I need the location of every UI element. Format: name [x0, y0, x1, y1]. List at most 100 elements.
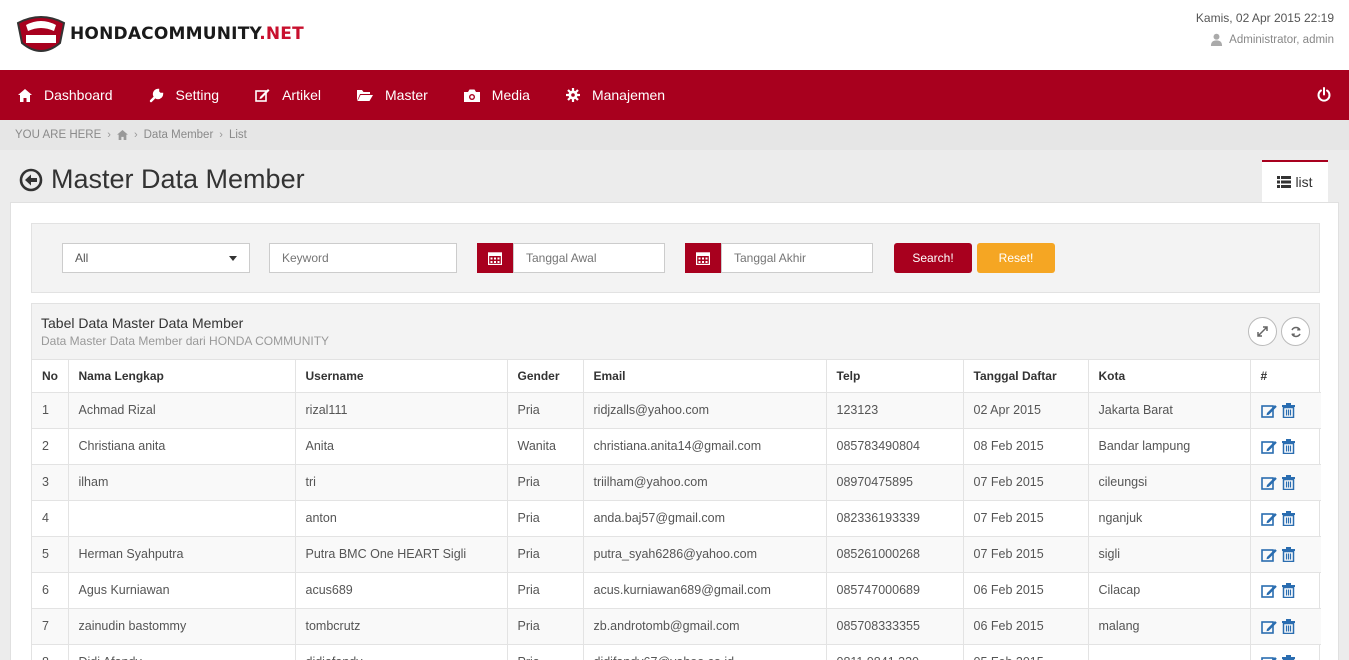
table-cell: ridjzalls@yahoo.com	[583, 392, 827, 429]
table-cell: Didi Afandy	[68, 644, 296, 660]
table-cell: Pria	[507, 500, 584, 537]
edit-icon[interactable]	[1260, 619, 1278, 634]
column-header[interactable]: Email	[583, 360, 827, 393]
trash-icon[interactable]	[1281, 510, 1295, 526]
table-cell: 085261000268	[826, 536, 964, 573]
nav-dashboard[interactable]: Dashboard	[0, 70, 131, 120]
table-cell: didiafandy	[295, 644, 508, 660]
table-cell: 085783490804	[826, 428, 964, 465]
page-title: Master Data Member	[51, 164, 305, 194]
table-cell: 5	[32, 536, 69, 573]
row-actions	[1250, 500, 1321, 537]
table-cell: 3	[32, 464, 69, 501]
table-cell: christiana.anita14@gmail.com	[583, 428, 827, 465]
table-cell: 05 Feb 2015	[963, 644, 1089, 660]
trash-icon[interactable]	[1281, 438, 1295, 454]
search-button[interactable]: Search!	[894, 243, 972, 273]
gear-icon	[565, 88, 580, 102]
table-cell: Pria	[507, 392, 584, 429]
table-cell: Herman Syahputra	[68, 536, 296, 573]
table-cell: ilham	[68, 464, 296, 501]
nav-artikel[interactable]: Artikel	[237, 70, 339, 120]
nav-master[interactable]: Master	[339, 70, 446, 120]
table-cell: Anita	[295, 428, 508, 465]
power-icon[interactable]	[1317, 87, 1331, 102]
trash-icon[interactable]	[1281, 582, 1295, 598]
current-datetime: Kamis, 02 Apr 2015 22:19	[1195, 11, 1334, 25]
user-menu[interactable]: Administrator, admin	[1196, 33, 1334, 46]
edit-icon[interactable]	[1260, 439, 1278, 454]
nav-setting[interactable]: Setting	[131, 70, 238, 120]
column-header[interactable]: Username	[295, 360, 508, 393]
table-cell: Pria	[507, 608, 584, 645]
table-cell: Wanita	[507, 428, 584, 465]
row-actions	[1250, 644, 1321, 660]
calendar-icon	[488, 252, 502, 265]
table-cell: 4	[32, 500, 69, 537]
table-cell: Pria	[507, 536, 584, 573]
content-area: All Search! Reset! Tabel Data Master Dat…	[10, 202, 1339, 660]
refresh-button[interactable]	[1281, 317, 1310, 346]
table-cell: Cilacap	[1088, 572, 1251, 609]
table-cell: 8	[32, 644, 69, 660]
column-header[interactable]: Kota	[1088, 360, 1251, 393]
column-header: #	[1250, 360, 1321, 393]
table-cell: triilham@yahoo.com	[583, 464, 827, 501]
panel-title: Tabel Data Master Data Member	[41, 315, 244, 331]
edit-icon[interactable]	[1260, 655, 1278, 660]
end-date-calendar-button[interactable]	[685, 243, 721, 273]
edit-icon[interactable]	[1260, 475, 1278, 490]
table-cell: 08 Feb 2015	[963, 428, 1089, 465]
edit-icon[interactable]	[1260, 403, 1278, 418]
table-row: 6 Agus Kurniawan acus689 Pria acus.kurniawan…	[32, 572, 1321, 609]
row-actions	[1250, 608, 1321, 645]
row-actions	[1250, 572, 1321, 609]
nav-manajemen[interactable]: Manajemen	[548, 70, 683, 120]
start-date-input[interactable]	[513, 243, 665, 273]
list-icon	[1277, 176, 1292, 188]
column-header[interactable]: Nama Lengkap	[68, 360, 296, 393]
column-header[interactable]: Telp	[826, 360, 964, 393]
reset-button[interactable]: Reset!	[977, 243, 1055, 273]
trash-icon[interactable]	[1281, 654, 1295, 660]
edit-icon[interactable]	[1260, 583, 1278, 598]
breadcrumb: YOU ARE HERE › › Data Member › List	[0, 120, 1349, 150]
filter-select[interactable]: All	[62, 243, 250, 273]
table-cell: nganjuk	[1088, 500, 1251, 537]
column-header[interactable]: Tanggal Daftar	[963, 360, 1089, 393]
refresh-icon	[1290, 326, 1301, 337]
tab-list[interactable]: list	[1262, 160, 1328, 202]
table-cell: rizal111	[295, 392, 508, 429]
keyword-input[interactable]	[269, 243, 457, 273]
table-cell: zainudin bastommy	[68, 608, 296, 645]
back-arrow-icon[interactable]	[19, 168, 43, 192]
edit-icon[interactable]	[1260, 547, 1278, 562]
column-header[interactable]: No	[32, 360, 69, 393]
trash-icon[interactable]	[1281, 402, 1295, 418]
trash-icon[interactable]	[1281, 474, 1295, 490]
end-date-input[interactable]	[721, 243, 873, 273]
home-icon[interactable]	[117, 130, 128, 140]
column-header[interactable]: Gender	[507, 360, 584, 393]
edit-icon[interactable]	[1260, 511, 1278, 526]
breadcrumb-item-data-member[interactable]: Data Member	[144, 129, 214, 141]
main-navbar: Dashboard Setting Artikel Master Media M…	[0, 70, 1349, 120]
table-cell: sigli	[1088, 536, 1251, 573]
breadcrumb-separator-icon: ›	[219, 129, 223, 141]
trash-icon[interactable]	[1281, 618, 1295, 634]
wrench-icon	[149, 88, 163, 102]
table-cell: 06 Feb 2015	[963, 572, 1089, 609]
table-cell: 02 Apr 2015	[963, 392, 1089, 429]
nav-media[interactable]: Media	[446, 70, 548, 120]
table-cell: cileungsi	[1088, 464, 1251, 501]
breadcrumb-separator-icon: ›	[133, 129, 138, 141]
logo[interactable]: HONDACOMMUNITY.NET	[14, 9, 304, 59]
expand-button[interactable]	[1248, 317, 1277, 346]
trash-icon[interactable]	[1281, 546, 1295, 562]
table-cell: 07 Feb 2015	[963, 464, 1089, 501]
table-cell: Pria	[507, 644, 584, 660]
table-cell: zb.androtomb@gmail.com	[583, 608, 827, 645]
table-cell: Agus Kurniawan	[68, 572, 296, 609]
member-table-panel: Tabel Data Master Data Member Data Maste…	[31, 303, 1321, 660]
start-date-calendar-button[interactable]	[477, 243, 513, 273]
